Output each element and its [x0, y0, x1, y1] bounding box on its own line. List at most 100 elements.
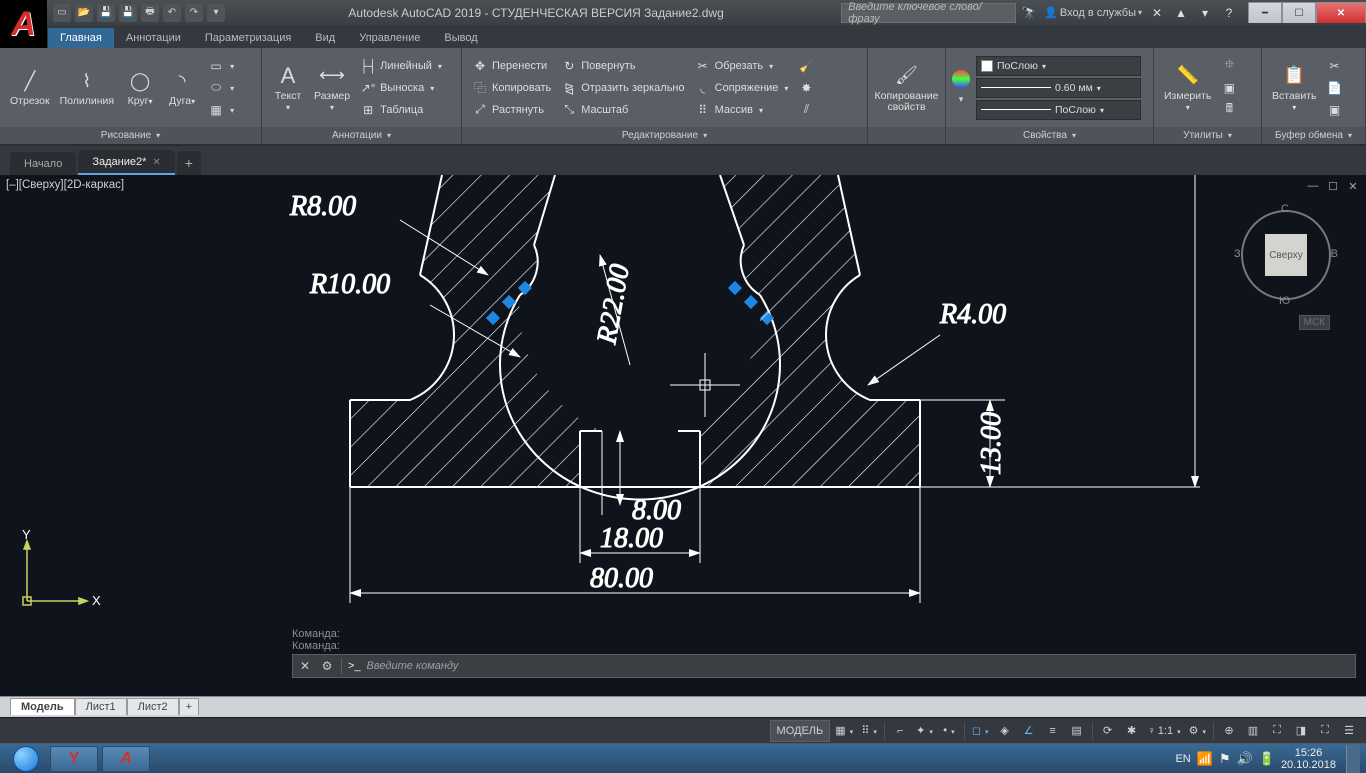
- linear-button[interactable]: ├┤Линейный: [356, 55, 446, 77]
- cmdline-customize-icon[interactable]: ⚙: [319, 658, 335, 674]
- ucs-icon[interactable]: X Y: [12, 531, 102, 624]
- offset-button[interactable]: ⫽: [794, 99, 818, 121]
- ribbon-tab-home[interactable]: Главная: [48, 28, 114, 48]
- tray-battery-icon[interactable]: 🔋: [1259, 751, 1275, 767]
- mirror-button[interactable]: ⧎Отразить зеркально: [557, 77, 688, 99]
- cut-button[interactable]: ✂: [1323, 55, 1347, 77]
- layout-tab-sheet2[interactable]: Лист2: [127, 698, 179, 715]
- lineweight-combo[interactable]: 0.60 мм: [976, 78, 1141, 98]
- panel-modify-title[interactable]: Редактирование: [462, 127, 867, 144]
- circle-button[interactable]: ◯Круг: [120, 66, 160, 109]
- rotate-button[interactable]: ↻Повернуть: [557, 55, 688, 77]
- array-button[interactable]: ⠿Массив: [691, 99, 793, 121]
- ribbon-tab-parametric[interactable]: Параметризация: [193, 28, 303, 48]
- layout-tab-model[interactable]: Модель: [10, 698, 75, 715]
- qat-save-icon[interactable]: 💾: [97, 4, 115, 22]
- status-cycling-icon[interactable]: ⟳: [1097, 720, 1119, 742]
- command-line[interactable]: ✕ ⚙ >_ Введите команду: [292, 654, 1356, 678]
- app-logo[interactable]: [0, 0, 47, 48]
- status-isodraft-icon[interactable]: ⬩: [938, 720, 960, 742]
- qat-saveas-icon[interactable]: 💾: [119, 4, 137, 22]
- explode-button[interactable]: ✸: [794, 77, 818, 99]
- color-control-icon[interactable]: [952, 70, 970, 88]
- drawing-area[interactable]: [–][Сверху][2D-каркас] — ☐ ✕ Сверху С Ю …: [0, 175, 1366, 696]
- layer-combo[interactable]: ПоСлою: [976, 56, 1141, 76]
- move-button[interactable]: ✥Перенести: [468, 55, 555, 77]
- ribbon-tab-view[interactable]: Вид: [303, 28, 347, 48]
- panel-annotation-title[interactable]: Аннотации: [262, 127, 461, 144]
- color-dropdown-icon[interactable]: ▾: [952, 94, 970, 105]
- show-desktop-button[interactable]: [1346, 745, 1360, 773]
- help-icon[interactable]: ?: [1220, 4, 1238, 22]
- measure-button[interactable]: 📏Измерить: [1160, 61, 1215, 115]
- leader-button[interactable]: ↗°Выноска: [356, 77, 446, 99]
- status-units-icon[interactable]: ⊕: [1218, 720, 1240, 742]
- qat-plot-icon[interactable]: 🖶: [141, 4, 159, 22]
- status-cleanscreen-icon[interactable]: ⛶: [1314, 720, 1336, 742]
- stretch-button[interactable]: ⤢Растянуть: [468, 99, 555, 121]
- help-dropdown-icon[interactable]: ▾: [1196, 4, 1214, 22]
- dimension-button[interactable]: ⟷Размер: [310, 61, 354, 115]
- tab-file[interactable]: Задание2*✕: [78, 150, 174, 175]
- status-hwaccel-icon[interactable]: ⛶: [1266, 720, 1288, 742]
- matchprops-button[interactable]: 🖌Копирование свойств: [874, 61, 939, 115]
- layout-tab-sheet1[interactable]: Лист1: [75, 698, 127, 715]
- text-button[interactable]: AТекст: [268, 61, 308, 115]
- trim-button[interactable]: ✂Обрезать: [691, 55, 793, 77]
- selectall-button[interactable]: ▣: [1217, 77, 1241, 99]
- status-isolate-icon[interactable]: ◨: [1290, 720, 1312, 742]
- tray-clock[interactable]: 15:26 20.10.2018: [1281, 747, 1336, 771]
- viewport-minimize-icon[interactable]: —: [1306, 179, 1320, 193]
- tab-start[interactable]: Начало: [10, 152, 76, 175]
- status-transparency-icon[interactable]: ▤: [1066, 720, 1088, 742]
- table-button[interactable]: ⊞Таблица: [356, 99, 446, 121]
- viewport-maximize-icon[interactable]: ☐: [1326, 179, 1340, 193]
- scale-button[interactable]: ⤡Масштаб: [557, 99, 688, 121]
- command-input[interactable]: Введите команду: [367, 660, 1351, 672]
- qat-undo-icon[interactable]: ↶: [163, 4, 181, 22]
- pasteblock-button[interactable]: ▣: [1323, 99, 1347, 121]
- status-workspace-icon[interactable]: ⚙: [1186, 720, 1209, 742]
- viewcube[interactable]: Сверху С Ю В З: [1236, 205, 1336, 305]
- status-annomonitor-icon[interactable]: ✱: [1121, 720, 1143, 742]
- rectangle-button[interactable]: ▭: [204, 55, 238, 77]
- status-snap-icon[interactable]: ⠿: [858, 720, 880, 742]
- fillet-button[interactable]: ◟Сопряжение: [691, 77, 793, 99]
- status-otrack-icon[interactable]: ∠: [1018, 720, 1040, 742]
- app-store-icon[interactable]: ▲: [1172, 4, 1190, 22]
- wcs-indicator[interactable]: МСК: [1299, 315, 1330, 330]
- paste-button[interactable]: 📋Вставить: [1268, 61, 1321, 115]
- polyline-button[interactable]: ⌇Полилиния: [56, 66, 119, 109]
- minimize-button[interactable]: [1248, 2, 1282, 23]
- layout-tab-add[interactable]: +: [179, 698, 199, 715]
- panel-clipboard-title[interactable]: Буфер обмена: [1262, 127, 1365, 144]
- qat-open-icon[interactable]: 📂: [75, 4, 93, 22]
- close-button[interactable]: [1316, 2, 1366, 23]
- status-ortho-icon[interactable]: ⌐: [889, 720, 911, 742]
- viewcube-top-face[interactable]: Сверху: [1265, 234, 1307, 276]
- tab-close-icon[interactable]: ✕: [152, 157, 160, 168]
- status-lwt-icon[interactable]: ≡: [1042, 720, 1064, 742]
- status-3dosnap-icon[interactable]: ◈: [994, 720, 1016, 742]
- viewcube-east[interactable]: В: [1331, 248, 1338, 260]
- tray-network-icon[interactable]: 📶: [1197, 751, 1213, 767]
- copyclip-button[interactable]: 📄: [1323, 77, 1347, 99]
- arc-button[interactable]: ◝Дуга: [162, 66, 202, 109]
- panel-draw-title[interactable]: Рисование: [0, 127, 261, 144]
- erase-button[interactable]: 🧹: [794, 55, 818, 77]
- panel-properties-title[interactable]: Свойства: [946, 127, 1153, 144]
- ribbon-tab-annotate[interactable]: Аннотации: [114, 28, 193, 48]
- linetype-combo[interactable]: ПоСлою: [976, 100, 1141, 120]
- ribbon-tab-manage[interactable]: Управление: [347, 28, 432, 48]
- tray-flag-icon[interactable]: ⚑: [1219, 751, 1231, 767]
- infocenter-search[interactable]: Введите ключевое слово/фразу: [841, 3, 1016, 23]
- start-button[interactable]: [6, 745, 46, 773]
- viewport-close-icon[interactable]: ✕: [1346, 179, 1360, 193]
- copy-button[interactable]: ⿻Копировать: [468, 77, 555, 99]
- exchange-icon[interactable]: ✕: [1148, 4, 1166, 22]
- viewcube-north[interactable]: С: [1281, 203, 1289, 215]
- status-quickprops-icon[interactable]: ▥: [1242, 720, 1264, 742]
- infocenter-binoculars-icon[interactable]: 🔭: [1020, 4, 1038, 22]
- line-button[interactable]: ╱Отрезок: [6, 66, 54, 109]
- viewcube-south[interactable]: Ю: [1279, 295, 1290, 307]
